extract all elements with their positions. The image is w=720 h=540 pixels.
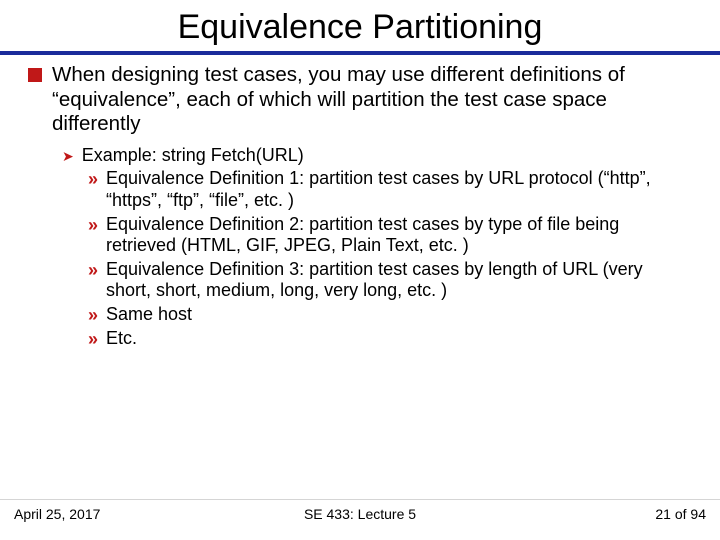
- def4-text: Same host: [106, 304, 192, 326]
- footer-course: SE 433: Lecture 5: [0, 506, 720, 522]
- bullet-level3: » Equivalence Definition 2: partition te…: [88, 214, 692, 257]
- example-label: Example: string Fetch(URL): [82, 145, 304, 167]
- chevron-bullet-icon: ➤: [62, 146, 74, 167]
- def1-text: Equivalence Definition 1: partition test…: [106, 168, 692, 211]
- bullet1-text: When designing test cases, you may use d…: [52, 63, 692, 137]
- def2-text: Equivalence Definition 2: partition test…: [106, 214, 692, 257]
- raquo-bullet-icon: »: [88, 328, 98, 350]
- bullet-level1: When designing test cases, you may use d…: [28, 63, 692, 137]
- def5-text: Etc.: [106, 328, 137, 350]
- bullet-level3: » Etc.: [88, 328, 692, 350]
- square-bullet-icon: [28, 68, 42, 82]
- slide-footer: April 25, 2017 SE 433: Lecture 5 21 of 9…: [0, 506, 720, 522]
- footer-page: 21 of 94: [655, 506, 706, 522]
- raquo-bullet-icon: »: [88, 168, 98, 211]
- bullet-level2: ➤ Example: string Fetch(URL): [62, 145, 692, 167]
- title-rule: [0, 51, 720, 55]
- bullet-level3: » Equivalence Definition 3: partition te…: [88, 259, 692, 302]
- bullet-level3: » Same host: [88, 304, 692, 326]
- slide-title: Equivalence Partitioning: [0, 0, 720, 51]
- footer-rule: [0, 499, 720, 500]
- slide-body: When designing test cases, you may use d…: [0, 63, 720, 350]
- slide: Equivalence Partitioning When designing …: [0, 0, 720, 540]
- raquo-bullet-icon: »: [88, 259, 98, 302]
- footer-date: April 25, 2017: [14, 506, 100, 522]
- def3-text: Equivalence Definition 3: partition test…: [106, 259, 692, 302]
- raquo-bullet-icon: »: [88, 304, 98, 326]
- raquo-bullet-icon: »: [88, 214, 98, 257]
- bullet-level3: » Equivalence Definition 1: partition te…: [88, 168, 692, 211]
